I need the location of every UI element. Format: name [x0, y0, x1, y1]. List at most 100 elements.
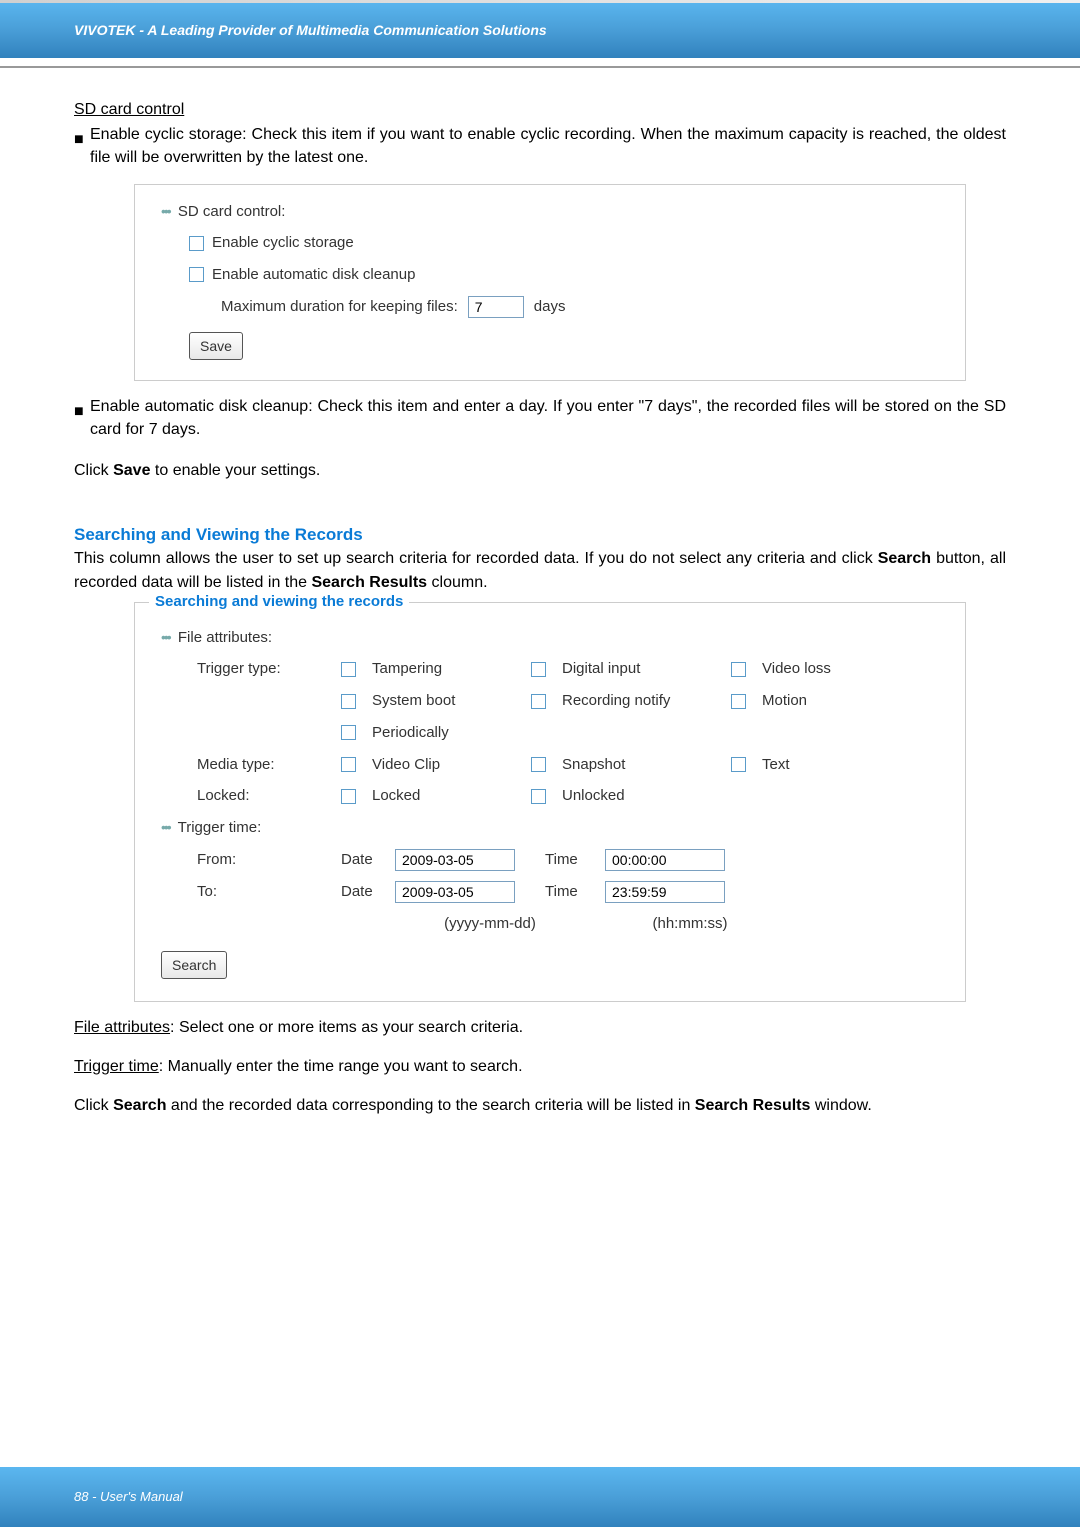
intro-pre: This column allows the user to set up se…: [74, 550, 878, 567]
unlocked-label: Unlocked: [562, 785, 625, 807]
cyclic-storage-row: Enable cyclic storage: [189, 232, 939, 254]
header-band: VIVOTEK - A Leading Provider of Multimed…: [0, 0, 1080, 58]
to-label: To:: [197, 881, 341, 903]
motion-checkbox[interactable]: [731, 694, 746, 709]
disk-cleanup-label: Enable automatic disk cleanup: [212, 264, 415, 286]
video-clip-label: Video Clip: [372, 754, 440, 776]
search-records-panel: Searching and viewing the records ••• Fi…: [134, 602, 966, 1002]
click-save-line: Click Save to enable your settings.: [74, 459, 1006, 482]
main-content: SD card control ■ Enable cyclic storage:…: [0, 68, 1080, 1118]
max-duration-row: Maximum duration for keeping files: days: [221, 296, 939, 318]
sd-card-control-title: SD card control: [74, 98, 1006, 121]
video-clip-checkbox[interactable]: [341, 757, 356, 772]
motion-label: Motion: [762, 690, 807, 712]
intro-results-bold: Search Results: [311, 574, 427, 591]
file-attributes-label: File attributes:: [178, 629, 272, 646]
bullet-square-icon: ■: [74, 400, 84, 441]
snapshot-label: Snapshot: [562, 754, 625, 776]
click-save-bold: Save: [113, 462, 150, 479]
searching-heading: Searching and Viewing the Records: [74, 523, 1006, 548]
snapshot-checkbox[interactable]: [531, 757, 546, 772]
unlocked-checkbox[interactable]: [531, 789, 546, 804]
date-label: Date: [341, 881, 395, 903]
text-label: Text: [762, 754, 790, 776]
recording-notify-label: Recording notify: [562, 690, 670, 712]
to-date-input[interactable]: [395, 881, 515, 903]
tampering-label: Tampering: [372, 658, 442, 680]
trigger-type-row1: Trigger type: Tampering Digital input Vi…: [161, 658, 939, 680]
locked-checkbox[interactable]: [341, 789, 356, 804]
digital-input-checkbox[interactable]: [531, 662, 546, 677]
header-title: VIVOTEK - A Leading Provider of Multimed…: [0, 0, 1080, 38]
trigger-type-row2: System boot Recording notify Motion: [161, 690, 939, 712]
from-label: From:: [197, 849, 341, 871]
digital-input-label: Digital input: [562, 658, 640, 680]
disk-cleanup-row: Enable automatic disk cleanup: [189, 264, 939, 286]
from-date-input[interactable]: [395, 849, 515, 871]
file-attributes-line: File attributes: Select one or more item…: [74, 1016, 1006, 1039]
click-pre: Click: [74, 1097, 113, 1114]
sd-panel-title: SD card control:: [178, 203, 286, 220]
disk-cleanup-checkbox[interactable]: [189, 267, 204, 282]
cyclic-storage-label: Enable cyclic storage: [212, 232, 354, 254]
video-loss-label: Video loss: [762, 658, 831, 680]
media-type-row: Media type: Video Clip Snapshot Text: [161, 754, 939, 776]
footer-band: 88 - User's Manual: [0, 1467, 1080, 1527]
locked-lbl: Locked:: [197, 785, 341, 807]
sd-card-control-panel: ••• SD card control: Enable cyclic stora…: [134, 184, 966, 382]
trigger-time-label: Trigger time:: [178, 819, 262, 836]
trigger-time-heading: ••• Trigger time:: [161, 817, 939, 839]
system-boot-checkbox[interactable]: [341, 694, 356, 709]
locked-row: Locked: Locked Unlocked: [161, 785, 939, 807]
bullet-disk-cleanup: ■ Enable automatic disk cleanup: Check t…: [74, 395, 1006, 441]
footer-text: 88 - User's Manual: [74, 1489, 183, 1504]
periodically-checkbox[interactable]: [341, 725, 356, 740]
from-time-input[interactable]: [605, 849, 725, 871]
save-button[interactable]: Save: [189, 332, 243, 360]
search-records-legend: Searching and viewing the records: [149, 591, 409, 613]
locked-label: Locked: [372, 785, 420, 807]
media-type-label: Media type:: [197, 754, 341, 776]
tampering-checkbox[interactable]: [341, 662, 356, 677]
search-button[interactable]: Search: [161, 951, 227, 979]
hint-row: (yyyy-mm-dd) (hh:mm:ss): [161, 913, 939, 935]
file-attributes-row: ••• File attributes:: [161, 627, 939, 649]
recording-notify-checkbox[interactable]: [531, 694, 546, 709]
sd-panel-title-row: ••• SD card control:: [161, 201, 939, 223]
file-attr-text: : Select one or more items as your searc…: [170, 1019, 523, 1036]
click-post: window.: [810, 1097, 871, 1114]
date-hint: (yyyy-mm-dd): [395, 913, 585, 935]
collapse-dots-icon[interactable]: •••: [161, 629, 170, 645]
click-mid: and the recorded data corresponding to t…: [166, 1097, 694, 1114]
days-label: days: [534, 296, 566, 318]
click-search-line: Click Search and the recorded data corre…: [74, 1094, 1006, 1117]
file-attr-underline: File attributes: [74, 1019, 170, 1036]
trigger-time-line: Trigger time: Manually enter the time ra…: [74, 1055, 1006, 1078]
time-label: Time: [545, 849, 605, 871]
video-loss-checkbox[interactable]: [731, 662, 746, 677]
bullet-square-icon: ■: [74, 128, 84, 169]
text-checkbox[interactable]: [731, 757, 746, 772]
bullet-cyclic-storage: ■ Enable cyclic storage: Check this item…: [74, 123, 1006, 169]
collapse-dots-icon[interactable]: •••: [161, 203, 170, 219]
max-duration-label: Maximum duration for keeping files:: [221, 296, 458, 318]
from-row: From: Date Time: [161, 849, 939, 871]
click-search-bold: Search: [113, 1097, 166, 1114]
time-hint: (hh:mm:ss): [585, 913, 795, 935]
cyclic-storage-checkbox[interactable]: [189, 236, 204, 251]
to-row: To: Date Time: [161, 881, 939, 903]
trigger-time-text: : Manually enter the time range you want…: [159, 1058, 523, 1075]
to-time-input[interactable]: [605, 881, 725, 903]
click-save-post: to enable your settings.: [150, 462, 320, 479]
click-results-bold: Search Results: [695, 1097, 811, 1114]
searching-intro: This column allows the user to set up se…: [74, 547, 1006, 593]
collapse-dots-icon[interactable]: •••: [161, 819, 170, 835]
trigger-type-label: Trigger type:: [197, 658, 341, 680]
time-label: Time: [545, 881, 605, 903]
trigger-time-underline: Trigger time: [74, 1058, 159, 1075]
bullet-cyclic-text: Enable cyclic storage: Check this item i…: [90, 123, 1006, 169]
max-duration-input[interactable]: [468, 296, 524, 318]
system-boot-label: System boot: [372, 690, 455, 712]
periodically-label: Periodically: [372, 722, 449, 744]
intro-search-bold: Search: [878, 550, 931, 567]
